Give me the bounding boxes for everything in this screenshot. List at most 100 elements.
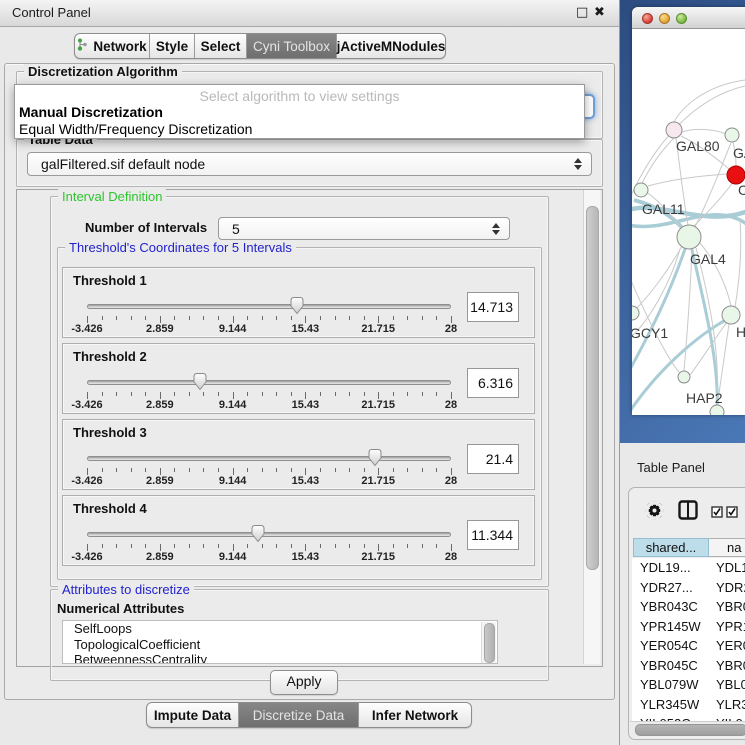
control-panel-titlebar: Control Panel □ ✖ — [0, 0, 619, 27]
dropdown-option-manual-discretization[interactable]: Manual Discretization — [19, 104, 163, 120]
slider-track[interactable] — [87, 304, 451, 309]
table-row[interactable]: YDL19...YDL1 — [632, 558, 745, 578]
combobox-arrows-icon — [574, 158, 582, 170]
table-row[interactable]: YIL052CYIL0 — [632, 714, 745, 721]
network-node-gal80 — [666, 122, 682, 138]
threshold-value-field[interactable]: 6.316 — [467, 368, 519, 398]
close-traffic-light[interactable] — [642, 13, 653, 24]
tab-network-label: Network — [93, 39, 146, 54]
label-c-partial: C — [738, 182, 745, 198]
slider-track[interactable] — [87, 380, 451, 385]
network-nodes[interactable] — [632, 122, 745, 415]
table-row[interactable]: YPR145WYPR1 — [632, 617, 745, 637]
network-node-top-right — [725, 128, 739, 142]
split-columns-icon[interactable] — [678, 500, 698, 525]
label-gcy1: GCY1 — [632, 325, 668, 341]
attribute-list-item[interactable]: TopologicalCoefficient — [63, 637, 497, 653]
discretization-algorithm-title: Discretization Algorithm — [24, 64, 182, 79]
table-row[interactable]: YBR043CYBR0 — [632, 597, 745, 617]
zoom-traffic-light[interactable] — [676, 13, 687, 24]
table-data-combobox-value: galFiltered.sif default node — [41, 156, 205, 172]
threshold-value-field[interactable]: 11.344 — [467, 520, 519, 550]
tab-jactivemnodules[interactable]: jActiveMNodules — [337, 34, 445, 58]
window-title: Control Panel — [12, 5, 91, 20]
threshold-value-field[interactable]: 14.713 — [467, 292, 519, 322]
table-row[interactable]: YLR345WYLR3 — [632, 695, 745, 715]
slider-scale-labels: -3.4262.8599.14415.4321.71528 — [87, 323, 451, 335]
threshold-slider[interactable] — [87, 372, 451, 392]
slider-scale-labels: -3.4262.8599.14415.4321.71528 — [87, 475, 451, 487]
slider-thumb[interactable] — [367, 448, 383, 467]
slider-thumb[interactable] — [289, 296, 305, 315]
attributes-to-discretize-title: Attributes to discretize — [58, 582, 194, 597]
label-h-partial: H — [736, 324, 745, 340]
slider-track[interactable] — [87, 456, 451, 461]
checkbox-icon-2[interactable] — [726, 505, 738, 523]
table-row[interactable]: YBR045CYBR0 — [632, 656, 745, 676]
tab-cyni-toolbox[interactable]: Cyni Toolbox — [247, 34, 337, 58]
threshold-slider[interactable] — [87, 296, 451, 316]
table-horizontal-scrollbar[interactable] — [630, 721, 745, 736]
tab-network[interactable]: Network — [75, 34, 150, 58]
threshold-slider[interactable] — [87, 448, 451, 468]
slider-scale-labels: -3.4262.8599.14415.4321.71528 — [87, 551, 451, 563]
table-row[interactable]: YER054CYER0 — [632, 636, 745, 656]
network-window-titlebar[interactable] — [632, 7, 745, 29]
attribute-list-item[interactable]: BetweennessCentrality — [63, 652, 497, 664]
tab-style[interactable]: Style — [150, 34, 195, 58]
table-hscrollbar-thumb[interactable] — [635, 724, 745, 736]
tab-discretize-data[interactable]: Discretize Data — [239, 703, 359, 727]
numerical-attributes-list[interactable]: SelfLoopsTopologicalCoefficientBetweenne… — [62, 620, 498, 664]
threshold-slider[interactable] — [87, 524, 451, 544]
float-window-icon[interactable]: □ — [576, 5, 588, 20]
attribute-list-item[interactable]: SelfLoops — [63, 621, 497, 637]
threshold-coordinates-title: Threshold's Coordinates for 5 Intervals — [65, 240, 296, 255]
network-node-bottom — [710, 405, 724, 415]
number-of-intervals-spinner[interactable]: 5 — [218, 217, 510, 240]
gear-icon[interactable] — [644, 500, 665, 526]
settings-scrollbar-thumb[interactable] — [586, 206, 599, 570]
number-of-intervals-label: Number of Intervals — [85, 220, 207, 235]
slider-track[interactable] — [87, 532, 451, 537]
threshold-label: Threshold 4 — [73, 501, 147, 516]
network-icon — [77, 38, 88, 54]
settings-vertical-scrollbar[interactable] — [583, 190, 600, 664]
label-gal11: GAL11 — [642, 201, 685, 217]
cyni-bottom-tabs: Impute Data Discretize Data Infer Networ… — [146, 702, 472, 728]
number-of-intervals-value: 5 — [232, 221, 240, 237]
table-row[interactable]: YBL079WYBL0 — [632, 675, 745, 695]
attribute-items: SelfLoopsTopologicalCoefficientBetweenne… — [63, 621, 497, 664]
threshold-label: Threshold 2 — [73, 349, 147, 364]
attributes-scrollbar-thumb[interactable] — [484, 623, 495, 663]
label-gal80: GAL80 — [676, 138, 720, 154]
table-column-name[interactable]: na — [709, 538, 745, 557]
attributes-scrollbar[interactable] — [481, 622, 496, 664]
table-data-combobox[interactable]: galFiltered.sif default node — [27, 152, 592, 176]
checkbox-icon-1[interactable] — [711, 505, 723, 523]
slider-thumb[interactable] — [192, 372, 208, 391]
table-column-shared-name[interactable]: shared... — [633, 538, 709, 557]
threshold-panel: Threshold 3 -3.4262.8599.14415.4321.7152… — [62, 419, 535, 490]
apply-button[interactable]: Apply — [270, 670, 338, 695]
table-panel-title: Table Panel — [637, 460, 705, 475]
network-canvas[interactable]: GAL80 GA C GAL11 GAL4 GCY1 H HAP2 — [632, 28, 745, 415]
threshold-panels-container: Threshold 1 -3.4262.8599.14415.4321.7152… — [62, 267, 535, 563]
close-icon[interactable]: ✖ — [594, 5, 605, 20]
table-header-row: shared... na — [632, 538, 745, 558]
tab-select[interactable]: Select — [195, 34, 247, 58]
table-rows[interactable]: YDL19...YDL1YDR27...YDR2YBR043CYBR0YPR14… — [632, 558, 745, 721]
threshold-value-field[interactable]: 21.4 — [467, 444, 519, 474]
minimize-traffic-light[interactable] — [659, 13, 670, 24]
spinner-arrows-icon — [492, 223, 500, 235]
table-row[interactable]: YDR27...YDR2 — [632, 578, 745, 598]
label-gal4: GAL4 — [690, 251, 726, 267]
slider-thumb[interactable] — [250, 524, 266, 543]
network-node-h — [722, 306, 740, 324]
tab-impute-data[interactable]: Impute Data — [147, 703, 239, 727]
dropdown-option-equal-width-frequency[interactable]: Equal Width/Frequency Discretization — [19, 121, 252, 137]
threshold-label: Threshold 3 — [73, 425, 147, 440]
control-panel-window: Control Panel □ ✖ Network Style Select C… — [0, 0, 620, 745]
tab-infer-network[interactable]: Infer Network — [359, 703, 471, 727]
interval-definition-title: Interval Definition — [58, 189, 166, 204]
numerical-attributes-label: Numerical Attributes — [57, 601, 184, 616]
